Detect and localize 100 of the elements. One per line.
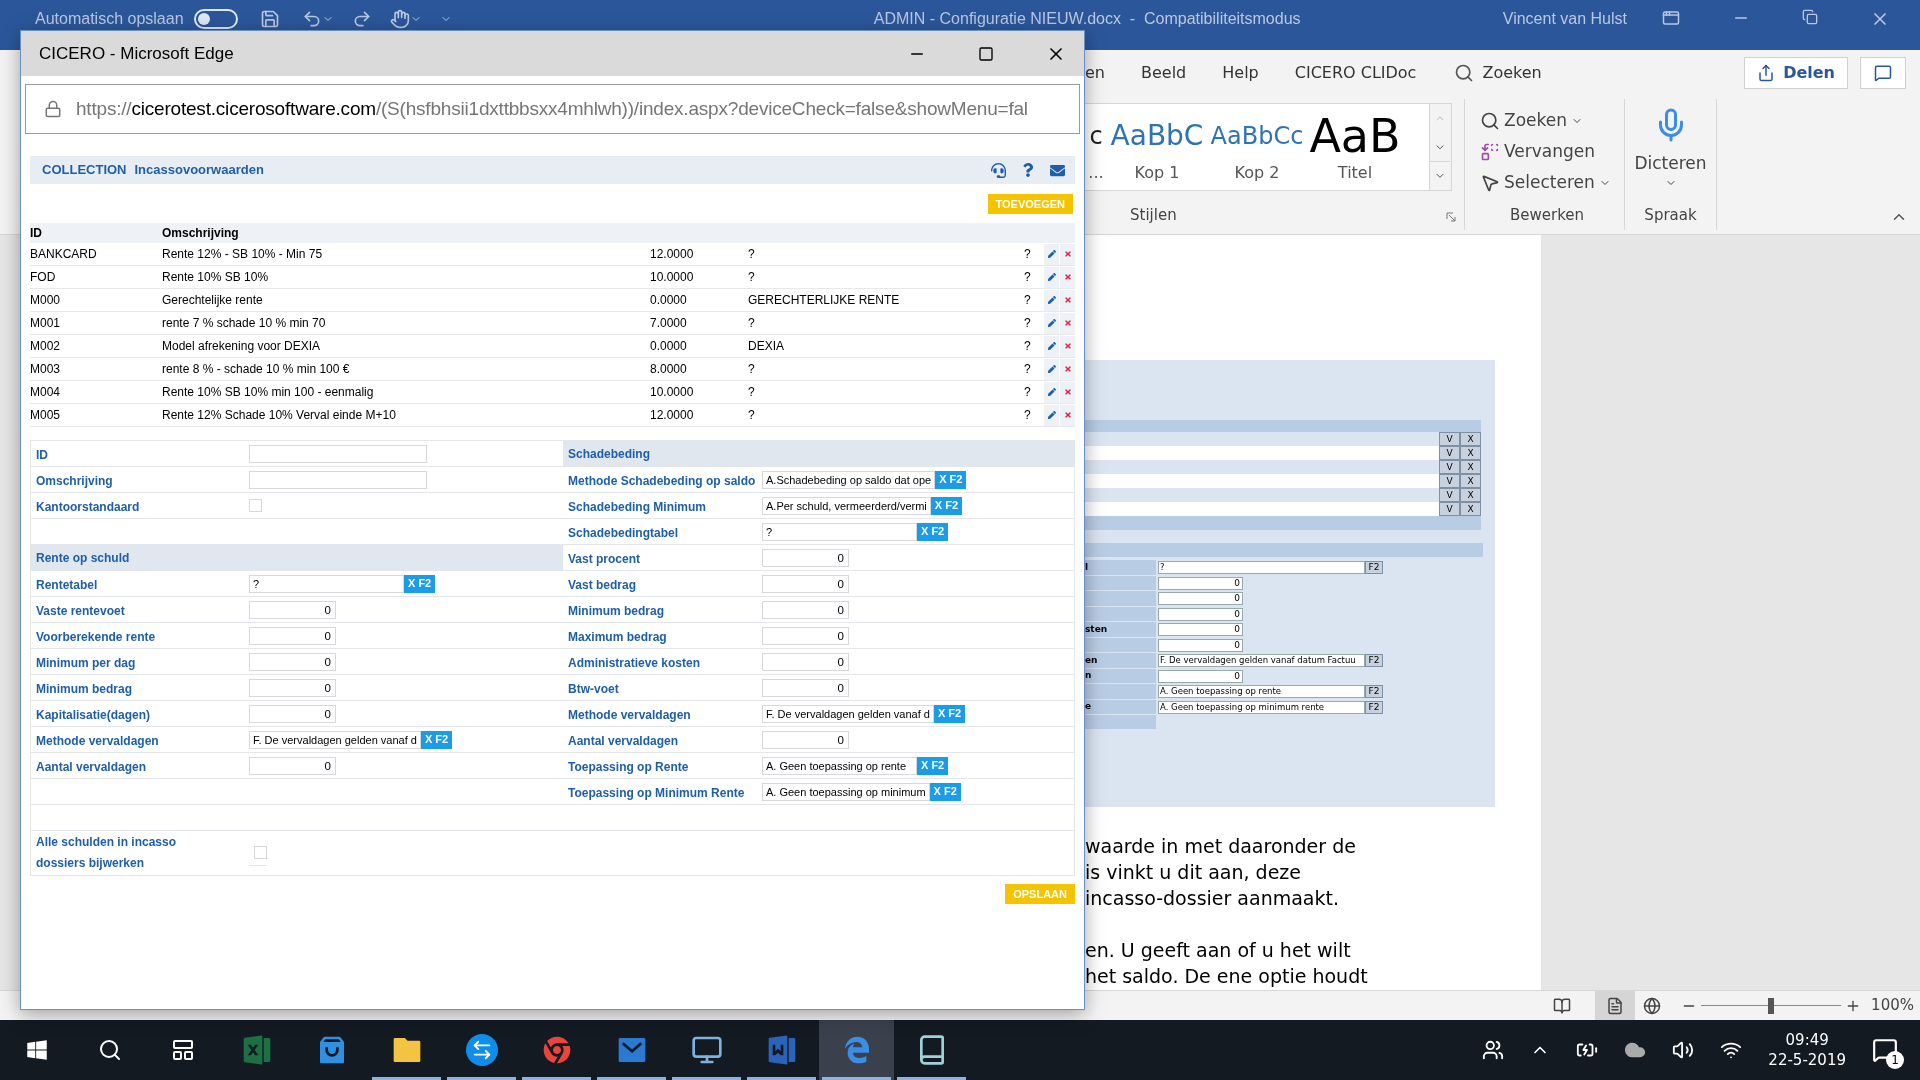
lookup-field[interactable]: A.Per schuld, vermeerderd/vermi xyxy=(762,496,931,515)
confirm-button[interactable]: V xyxy=(1439,460,1460,474)
lookup-field[interactable]: A.Schadebeding op saldo dat ope xyxy=(762,470,936,489)
remove-button[interactable]: X xyxy=(1460,432,1481,446)
touch-mode-icon[interactable] xyxy=(389,9,410,29)
edit-button[interactable] xyxy=(1044,243,1059,265)
editing-command[interactable]: Vervangen xyxy=(1480,136,1624,167)
input-field[interactable]: 0 xyxy=(1158,592,1243,606)
confirm-button[interactable]: V xyxy=(1439,488,1460,502)
remove-button[interactable]: X xyxy=(1460,446,1481,460)
dialog-launcher-icon[interactable] xyxy=(1446,212,1456,222)
input-field[interactable] xyxy=(249,470,427,489)
number-field[interactable]: 0 xyxy=(249,626,336,645)
search-icon[interactable] xyxy=(1454,62,1475,83)
lookup-button[interactable]: F2 xyxy=(1365,654,1383,668)
edit-button[interactable] xyxy=(1044,358,1059,380)
undo-icon[interactable] xyxy=(301,9,322,29)
read-mode-icon[interactable] xyxy=(1553,996,1572,1015)
input-field[interactable]: ? xyxy=(1158,561,1365,575)
number-field[interactable]: 0 xyxy=(249,704,336,723)
dictate-label[interactable]: Dicteren xyxy=(1634,151,1707,177)
maximize-icon[interactable] xyxy=(978,45,994,62)
delete-button[interactable] xyxy=(1060,358,1075,380)
delete-button[interactable] xyxy=(1060,335,1075,357)
number-field[interactable]: 0 xyxy=(249,600,336,619)
confirm-button[interactable]: V xyxy=(1439,446,1460,460)
checkbox[interactable] xyxy=(249,499,262,512)
confirm-button[interactable]: V xyxy=(1439,474,1460,488)
input-field[interactable]: 0 xyxy=(1158,607,1243,621)
mail-icon[interactable] xyxy=(1050,162,1065,178)
ribbon-tab[interactable]: Beeld xyxy=(1141,60,1187,85)
input-field[interactable]: 0 xyxy=(1158,669,1243,683)
lookup-field[interactable]: ? xyxy=(762,522,917,541)
input-field[interactable]: 0 xyxy=(1158,576,1243,590)
delete-button[interactable] xyxy=(1060,289,1075,311)
table-row[interactable]: M001 rente 7 % schade 10 % min 70 7.0000 ? ? xyxy=(30,312,1075,335)
number-field[interactable]: 0 xyxy=(762,678,849,697)
number-field[interactable]: 0 xyxy=(762,600,849,619)
address-bar[interactable]: https://cicerotest.cicerosoftware.com/(S(hsfbhsii1dxttbbsxx4mhlwh))/index.aspx?deviceCheck=false&showMenu=fal xyxy=(25,84,1080,134)
delete-button[interactable] xyxy=(1060,266,1075,288)
input-field[interactable]: F. De vervaldagen gelden vanaf datum Factuu xyxy=(1158,654,1365,668)
confirm-button[interactable]: V xyxy=(1439,502,1460,516)
lookup-button[interactable]: F2 xyxy=(1365,561,1383,575)
input-field[interactable] xyxy=(249,444,427,463)
edit-button[interactable] xyxy=(1044,404,1059,426)
edit-button[interactable] xyxy=(1044,312,1059,334)
lookup-field[interactable]: A. Geen toepassing op minimum xyxy=(762,782,930,801)
remove-button[interactable]: X xyxy=(1460,474,1481,488)
number-field[interactable]: 0 xyxy=(762,626,849,645)
number-field[interactable]: 0 xyxy=(249,678,336,697)
table-row[interactable]: FOD Rente 10% SB 10% 10.0000 ? ? xyxy=(30,266,1075,289)
table-row[interactable]: M003 rente 8 % - schade 10 % min 100 € 8.0000 ? ? xyxy=(30,358,1075,381)
input-field[interactable]: A. Geen toepassing op rente xyxy=(1158,685,1365,699)
number-field[interactable]: 0 xyxy=(762,730,849,749)
delete-button[interactable] xyxy=(1060,381,1075,403)
number-field[interactable]: 0 xyxy=(762,652,849,671)
confirm-button[interactable]: V xyxy=(1439,432,1460,446)
ribbon-options-icon[interactable] xyxy=(1662,9,1680,27)
edit-button[interactable] xyxy=(1044,335,1059,357)
restore-icon[interactable] xyxy=(1802,9,1818,25)
input-field[interactable]: A. Geen toepassing op minimum rente xyxy=(1158,700,1365,714)
number-field[interactable]: 0 xyxy=(249,756,336,775)
print-layout-button[interactable] xyxy=(1595,990,1636,1021)
number-field[interactable]: 0 xyxy=(762,548,849,567)
zoom-level[interactable]: 100% xyxy=(1871,994,1914,1017)
lookup-button[interactable]: F2 xyxy=(1365,685,1383,699)
table-row[interactable]: M002 Model afrekening voor DEXIA 0.0000 DEXIA ? xyxy=(30,335,1075,358)
headset-icon[interactable] xyxy=(991,162,1006,178)
tell-me-field[interactable]: Zoeken xyxy=(1482,60,1542,85)
clock[interactable]: 09:49 22-5-2019 xyxy=(1768,1030,1846,1070)
people-icon[interactable] xyxy=(1482,1039,1505,1061)
style-preset[interactable]: AaB Titel xyxy=(1307,104,1403,190)
delete-button[interactable] xyxy=(1060,404,1075,426)
lookup-field[interactable]: F. De vervaldagen gelden vanaf d xyxy=(762,704,934,723)
style-preset[interactable]: AaBbC Kop 1 xyxy=(1107,104,1207,190)
zoom-slider-thumb[interactable] xyxy=(1768,997,1775,1014)
style-preset[interactable]: AaBbCc Kop 2 xyxy=(1207,104,1307,190)
lookup-button[interactable]: F2 xyxy=(1365,700,1383,714)
lookup-field[interactable]: ? xyxy=(249,574,404,593)
comments-button[interactable] xyxy=(1860,56,1906,89)
save-icon[interactable] xyxy=(259,9,280,29)
ribbon-tab[interactable]: CICERO CLIDoc xyxy=(1294,60,1417,85)
input-field[interactable]: 0 xyxy=(1158,623,1243,637)
style-preset[interactable]: c ... xyxy=(1085,104,1107,190)
remove-button[interactable]: X xyxy=(1460,488,1481,502)
remove-button[interactable]: X xyxy=(1460,460,1481,474)
table-row[interactable]: BANKCARD Rente 12% - SB 10% - Min 75 12.0000 ? ? xyxy=(30,243,1075,266)
remove-button[interactable]: X xyxy=(1460,502,1481,516)
editing-command[interactable]: Zoeken xyxy=(1480,105,1624,136)
share-button[interactable]: Delen xyxy=(1744,56,1848,89)
edit-button[interactable] xyxy=(1044,289,1059,311)
web-layout-icon[interactable] xyxy=(1643,996,1662,1015)
ribbon-tab[interactable]: Help xyxy=(1222,60,1259,85)
volume-icon[interactable] xyxy=(1672,1039,1695,1061)
table-row[interactable]: M005 Rente 12% Schade 10% Verval einde M+10 12.0000 ? ? xyxy=(30,404,1075,427)
table-row[interactable]: M000 Gerechtelijke rente 0.0000 GERECHTERLIJKE RENTE ? xyxy=(30,289,1075,312)
help-icon[interactable] xyxy=(1022,163,1034,177)
lookup-field[interactable]: A. Geen toepassing op rente xyxy=(762,756,917,775)
taskbar-app[interactable] xyxy=(819,1020,894,1080)
delete-button[interactable] xyxy=(1060,312,1075,334)
